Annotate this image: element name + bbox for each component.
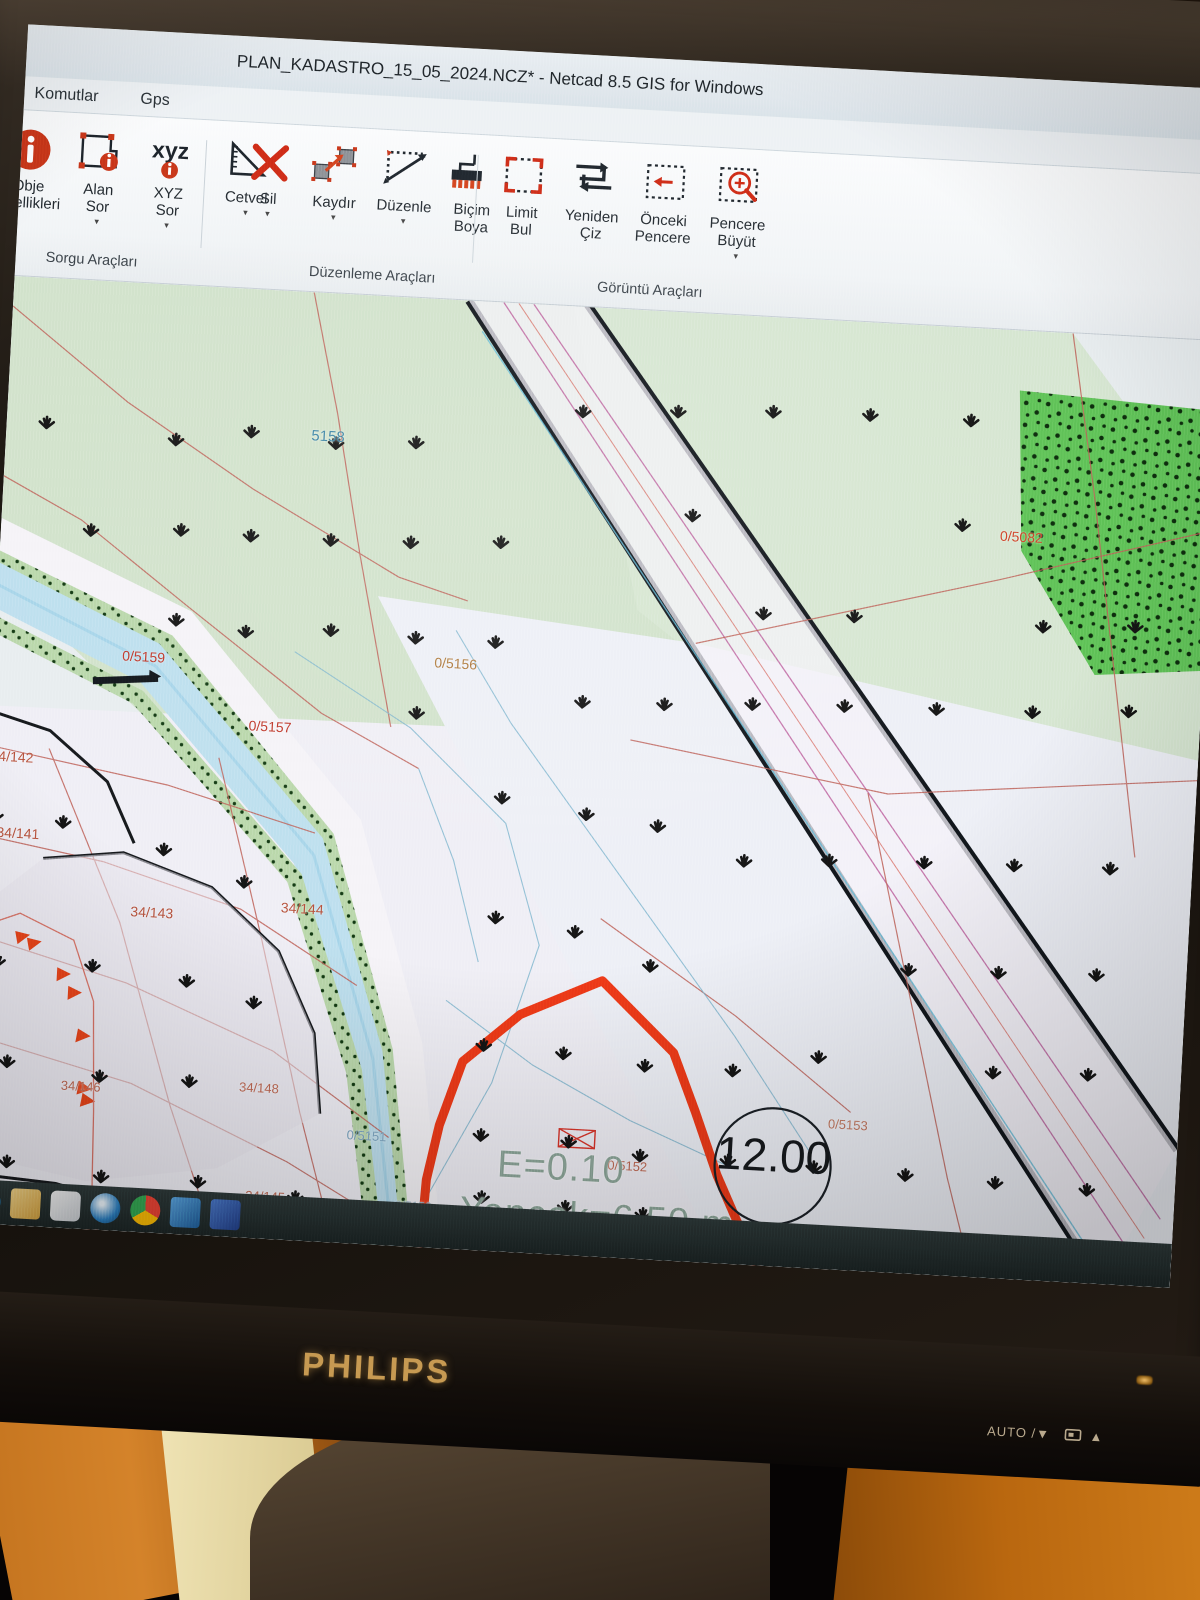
power-led bbox=[1136, 1375, 1153, 1386]
word-icon[interactable] bbox=[209, 1198, 241, 1231]
monitor-brand-logo: PHILIPS bbox=[301, 1345, 453, 1391]
ribbon-button-pencere-buyut[interactable]: Pencere Büyüt ▾ bbox=[699, 157, 778, 262]
menu-item-komutlar[interactable]: Komutlar bbox=[34, 84, 99, 105]
map-drawing[interactable] bbox=[0, 275, 1200, 1288]
road-width-label: 12.00 bbox=[714, 1126, 833, 1185]
osd-up-label: ▲ bbox=[1089, 1428, 1104, 1445]
far-value-label: E=0.10 bbox=[496, 1143, 626, 1193]
start-icon[interactable] bbox=[0, 1185, 2, 1218]
ribbon-group-title: Görüntü Araçları bbox=[596, 279, 703, 302]
move-icon bbox=[298, 135, 375, 197]
zoom-window-icon bbox=[701, 157, 778, 219]
brightness-icon bbox=[1064, 1428, 1081, 1441]
osd-brightness-button[interactable]: ▲ bbox=[1064, 1427, 1104, 1445]
find-limits-icon bbox=[485, 145, 562, 207]
parcel-label: 34/141 bbox=[0, 823, 40, 843]
ribbon-button-xyz-sor[interactable]: xyz XYZ Sor ▾ bbox=[129, 126, 208, 231]
parcel-label: 0/5156 bbox=[433, 654, 478, 673]
ribbon-group-sorgu-araclari: Obje Özellikleri Alan Sor ▾ xyz XYZ Sor … bbox=[0, 115, 268, 281]
xyz-query-icon: xyz bbox=[132, 126, 209, 188]
ribbon-button-kaydir[interactable]: Kaydır ▾ bbox=[296, 135, 374, 224]
map-canvas[interactable]: 5158 0/5159 0/5156 0/5157 0/5082 34/142 34/141… bbox=[0, 275, 1200, 1288]
ribbon-group-title: Sorgu Araçları bbox=[45, 249, 138, 271]
parcel-label: 34/143 bbox=[130, 903, 174, 922]
internet-explorer-icon[interactable] bbox=[89, 1192, 122, 1225]
ribbon-button-label: Pencere Büyüt bbox=[709, 214, 766, 251]
ribbon-button-label: Önceki Pencere bbox=[634, 210, 692, 248]
folder-explorer-icon[interactable] bbox=[9, 1188, 42, 1220]
parcel-label: 0/5151 bbox=[346, 1127, 387, 1145]
ribbon-button-yeniden-ciz[interactable]: Yeniden Çiz bbox=[553, 149, 632, 244]
parcel-label: 5158 bbox=[310, 427, 346, 447]
ribbon-button-label: Limit Bul bbox=[505, 203, 539, 239]
parcel-label: 34/142 bbox=[0, 747, 34, 766]
chevron-down-icon[interactable]: ▼ bbox=[1036, 1426, 1051, 1442]
monitor: PLAN_KADASTRO_15_05_2024.NCZ* - Netcad 8… bbox=[0, 0, 1200, 1488]
monitor-screen: PLAN_KADASTRO_15_05_2024.NCZ* - Netcad 8… bbox=[0, 24, 1200, 1288]
ribbon-button-duzenle[interactable]: Düzenle ▾ bbox=[366, 139, 444, 228]
redraw-icon bbox=[555, 149, 632, 211]
chrome-icon[interactable] bbox=[129, 1194, 162, 1227]
ribbon-button-alan-sor[interactable]: Alan Sor ▾ bbox=[60, 122, 139, 227]
ribbon-button-onceki-pencere[interactable]: Önceki Pencere bbox=[625, 153, 704, 248]
ribbon-group-title: Düzenleme Araçları bbox=[308, 263, 436, 287]
parcel-label: 34/144 bbox=[280, 899, 325, 918]
previous-window-icon bbox=[627, 153, 704, 215]
ribbon-button-label: Yeniden Çiz bbox=[564, 206, 619, 243]
mail-icon[interactable] bbox=[49, 1190, 82, 1222]
parcel-label: 0/5157 bbox=[248, 717, 292, 736]
edit-line-icon bbox=[367, 139, 444, 201]
parcel-label: 0/5159 bbox=[121, 647, 166, 666]
osd-auto-label: AUTO / bbox=[986, 1423, 1037, 1441]
parcel-label: 0/5082 bbox=[999, 527, 1044, 546]
ribbon-button-label: XYZ Sor bbox=[153, 184, 184, 220]
ribbon-group-duzenleme-araclari: Sil ▾ Kaydır ▾ Düzenle ▾ Biçim Boya Düze… bbox=[227, 128, 491, 293]
area-query-icon bbox=[62, 122, 139, 184]
ribbon-button-label: Alan Sor bbox=[82, 180, 114, 216]
netcad-icon[interactable] bbox=[169, 1196, 202, 1229]
ribbon-button-limit-bul[interactable]: Limit Bul bbox=[483, 145, 562, 240]
parcel-label: 34/146 bbox=[60, 1077, 102, 1095]
photo-scene: PLAN_KADASTRO_15_05_2024.NCZ* - Netcad 8… bbox=[0, 0, 1200, 1600]
ribbon-group-goruntu-araclari: Limit Bul Yeniden Çiz Önceki Pencere Pen… bbox=[472, 141, 804, 310]
menu-item-gps[interactable]: Gps bbox=[140, 90, 170, 110]
svg-text:xyz: xyz bbox=[151, 136, 189, 164]
parcel-label: 34/148 bbox=[238, 1079, 280, 1097]
parcel-label: 0/5153 bbox=[827, 1116, 869, 1134]
